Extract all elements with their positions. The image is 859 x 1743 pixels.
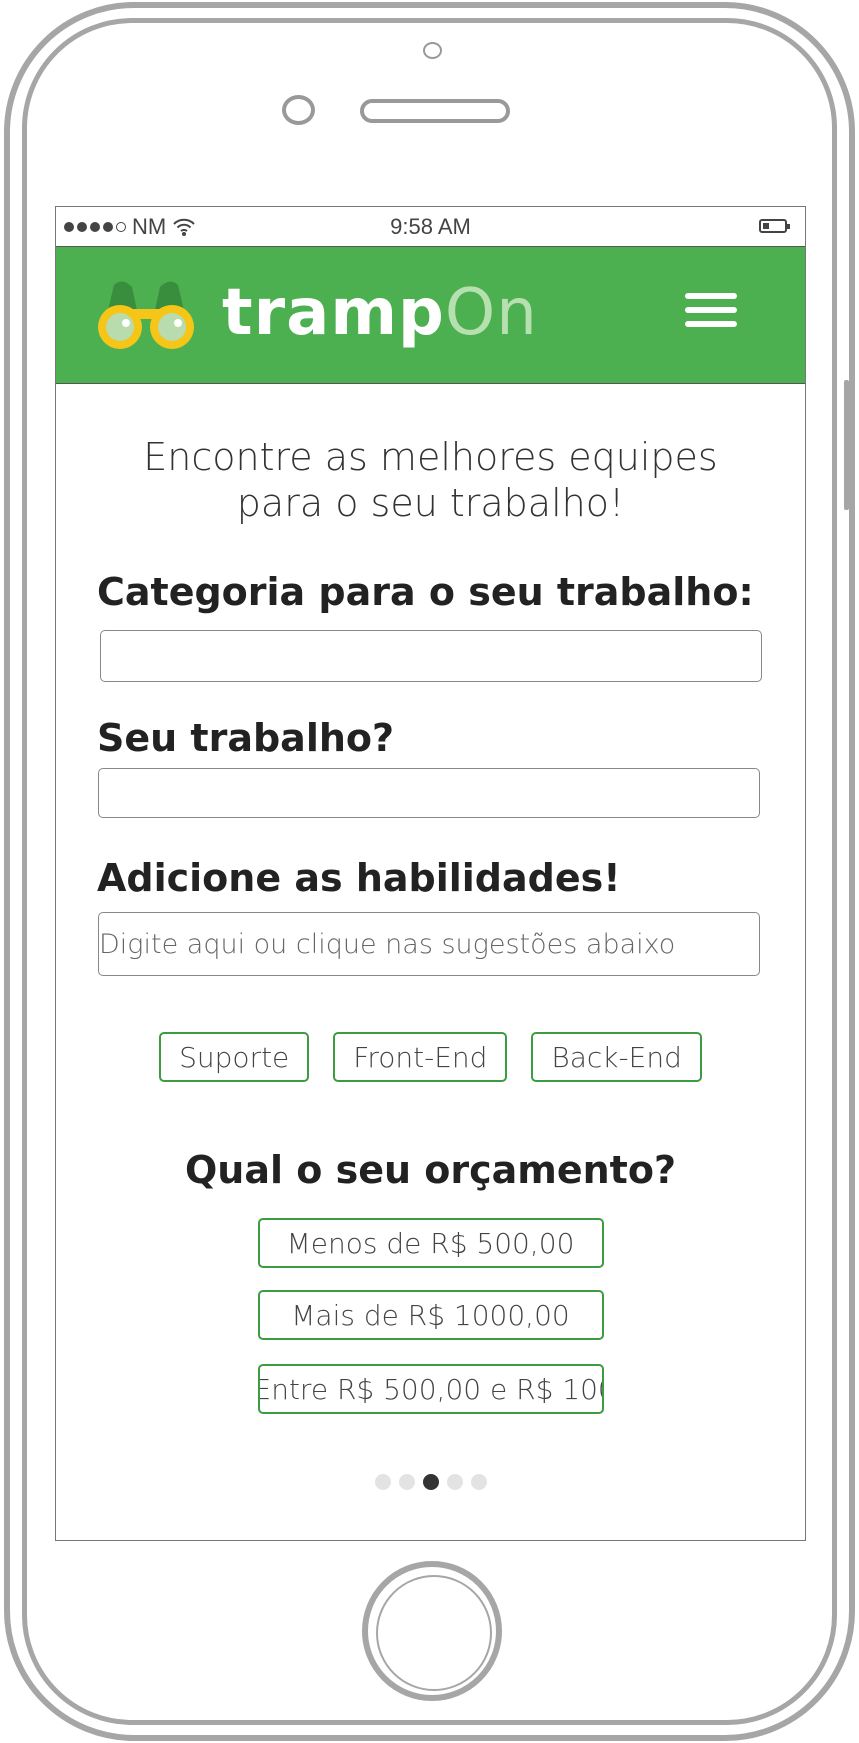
skill-suggestion-front-end[interactable]: Front-End xyxy=(333,1032,508,1082)
front-camera xyxy=(282,95,315,125)
page-dot-active[interactable] xyxy=(422,1474,439,1490)
brand-name-strong: tramp xyxy=(222,276,445,350)
main-content: Encontre as melhores equipes para o seu … xyxy=(56,434,805,1490)
category-label: Categoria para o seu trabalho: xyxy=(97,570,754,614)
budget-option-500-to-1000[interactable]: Entre R$ 500,00 e R$ 1000,00 xyxy=(257,1364,604,1414)
brand-name: trampOn xyxy=(222,276,538,350)
page-dot[interactable] xyxy=(470,1474,487,1490)
tagline-line-1: Encontre as melhores equipes xyxy=(143,435,718,479)
status-time: 9:58 AM xyxy=(390,214,471,239)
skill-suggestion-back-end[interactable]: Back-End xyxy=(531,1032,702,1082)
tagline-line-2: para o seu trabalho! xyxy=(236,481,625,525)
tagline: Encontre as melhores equipes para o seu … xyxy=(100,434,761,526)
status-bar: NM 9:58 AM xyxy=(56,207,805,247)
budget-options: Menos de R$ 500,00 Mais de R$ 1000,00 En… xyxy=(100,1192,761,1414)
binoculars-icon xyxy=(98,281,194,349)
work-input[interactable] xyxy=(98,768,760,818)
brand-logo[interactable]: trampOn xyxy=(92,275,538,351)
budget-option-over-1000[interactable]: Mais de R$ 1000,00 xyxy=(257,1290,604,1340)
page-dot[interactable] xyxy=(398,1474,415,1490)
phone-screen: NM 9:58 AM trampOn Encontre as melhores … xyxy=(55,206,806,1541)
page-dot[interactable] xyxy=(374,1474,391,1490)
brand-name-light: On xyxy=(444,276,538,350)
page-indicator xyxy=(100,1474,761,1490)
home-button[interactable] xyxy=(362,1561,502,1701)
page-dot[interactable] xyxy=(446,1474,463,1490)
hamburger-menu-icon[interactable] xyxy=(685,293,737,335)
skill-suggestions: Suporte Front-End Back-End xyxy=(140,1032,721,1082)
skill-suggestion-support[interactable]: Suporte xyxy=(159,1032,310,1082)
proximity-sensor xyxy=(423,42,442,59)
side-button xyxy=(844,380,849,510)
category-input[interactable] xyxy=(100,630,762,682)
budget-option-under-500[interactable]: Menos de R$ 500,00 xyxy=(257,1218,604,1268)
skills-input[interactable] xyxy=(98,912,760,976)
budget-label: Qual o seu orçamento? xyxy=(184,1148,676,1192)
work-label: Seu trabalho? xyxy=(97,716,395,760)
earpiece-speaker xyxy=(360,99,510,123)
battery-icon xyxy=(759,219,790,233)
app-header: trampOn xyxy=(56,247,805,384)
skills-label: Adicione as habilidades! xyxy=(97,856,621,900)
